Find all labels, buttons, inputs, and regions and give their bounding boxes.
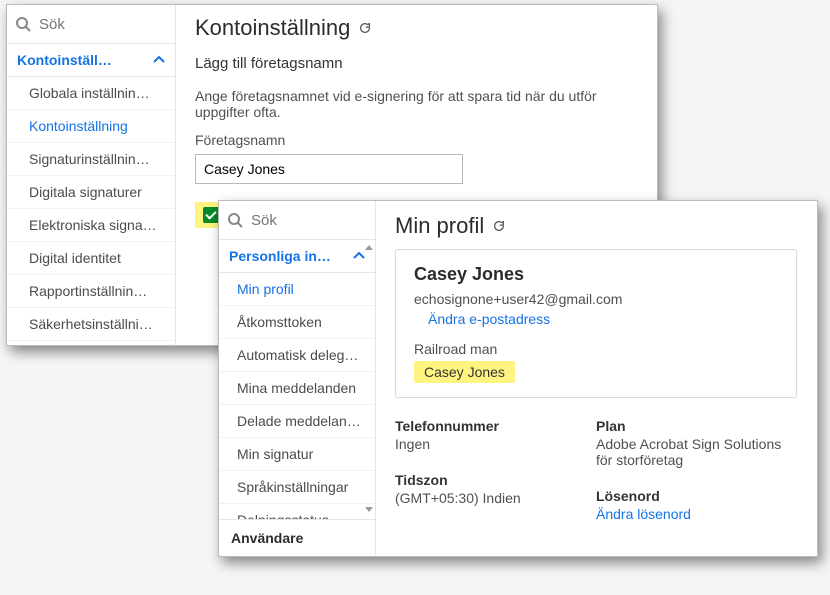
- profile-details-grid: Telefonnummer Ingen Tidszon (GMT+05:30) …: [395, 418, 797, 522]
- sidebar-category-label: Personliga in…: [229, 248, 331, 264]
- profile-email: echosignone+user42@gmail.com: [414, 291, 778, 307]
- profile-company-highlight: Casey Jones: [414, 361, 515, 383]
- sidebar-item[interactable]: Språkinställningar: [219, 471, 375, 504]
- search-icon: [15, 16, 31, 32]
- search-icon: [227, 212, 243, 228]
- sidebar-item[interactable]: Rapportinställnin…: [7, 275, 175, 308]
- company-name-input[interactable]: [195, 154, 463, 184]
- sidebar-category-account[interactable]: Kontoinställ…: [7, 44, 175, 77]
- sidebar-item[interactable]: Automatisk deleg…: [219, 339, 375, 372]
- sidebar-category-personal[interactable]: Personliga in…: [219, 240, 375, 273]
- sidebar-category-label: Kontoinställ…: [17, 52, 112, 68]
- my-profile-panel: Personliga in… Min profilÅtkomsttokenAut…: [218, 200, 818, 557]
- timezone-value: (GMT+05:30) Indien: [395, 490, 596, 506]
- my-profile-content: Min profil Casey Jones echosignone+user4…: [375, 201, 817, 534]
- plan-label: Plan: [596, 418, 797, 434]
- sidebar-b: Personliga in… Min profilÅtkomsttokenAut…: [219, 201, 376, 556]
- sidebar-item[interactable]: Digital identitet: [7, 242, 175, 275]
- page-title: Kontoinställning: [195, 15, 350, 41]
- sidebar-scrollbar[interactable]: [365, 245, 373, 512]
- field-label-company: Företagsnamn: [195, 132, 637, 148]
- sidebar-a: Kontoinställ… Globala inställnin…Kontoin…: [7, 5, 176, 345]
- sidebar-item[interactable]: Kontoinställning: [7, 110, 175, 143]
- change-email-link[interactable]: Ändra e-postadress: [428, 311, 550, 327]
- scroll-up-icon[interactable]: [365, 245, 373, 250]
- timezone-label: Tidszon: [395, 472, 596, 488]
- profile-role: Railroad man: [414, 341, 778, 357]
- users-tab[interactable]: Användare: [219, 519, 375, 556]
- page-title: Min profil: [395, 213, 484, 239]
- profile-card: Casey Jones echosignone+user42@gmail.com…: [395, 249, 797, 398]
- phone-label: Telefonnummer: [395, 418, 596, 434]
- plan-value: Adobe Acrobat Sign Solutions för storför…: [596, 436, 797, 468]
- sidebar-item[interactable]: Globala inställnin…: [7, 77, 175, 110]
- sidebar-item[interactable]: Signaturinställnin…: [7, 143, 175, 176]
- help-text: Ange företagsnamnet vid e-signering för …: [195, 88, 637, 120]
- sidebar-item[interactable]: Skicka-inställningar: [7, 341, 175, 346]
- search-box[interactable]: [219, 201, 375, 240]
- sidebar-item[interactable]: Säkerhetsinställni…: [7, 308, 175, 341]
- chevron-up-icon: [353, 250, 365, 262]
- checkbox-icon[interactable]: [203, 207, 219, 223]
- sidebar-item[interactable]: Delade meddelan…: [219, 405, 375, 438]
- sidebar-item[interactable]: Min signatur: [219, 438, 375, 471]
- sidebar-item[interactable]: Mina meddelanden: [219, 372, 375, 405]
- change-password-link[interactable]: Ändra lösenord: [596, 506, 691, 522]
- search-box[interactable]: [7, 5, 175, 44]
- password-label: Lösenord: [596, 488, 797, 504]
- sidebar-item[interactable]: Åtkomsttoken: [219, 306, 375, 339]
- sidebar-item[interactable]: Elektroniska signa…: [7, 209, 175, 242]
- chevron-up-icon: [153, 54, 165, 66]
- search-input[interactable]: [37, 15, 167, 34]
- phone-value: Ingen: [395, 436, 596, 452]
- refresh-icon[interactable]: [358, 21, 372, 35]
- section-header: Lägg till företagsnamn: [195, 55, 637, 72]
- profile-name: Casey Jones: [414, 264, 778, 285]
- scroll-down-icon[interactable]: [365, 507, 373, 512]
- refresh-icon[interactable]: [492, 219, 506, 233]
- sidebar-item[interactable]: Digitala signaturer: [7, 176, 175, 209]
- sidebar-item[interactable]: Min profil: [219, 273, 375, 306]
- search-input[interactable]: [249, 211, 367, 230]
